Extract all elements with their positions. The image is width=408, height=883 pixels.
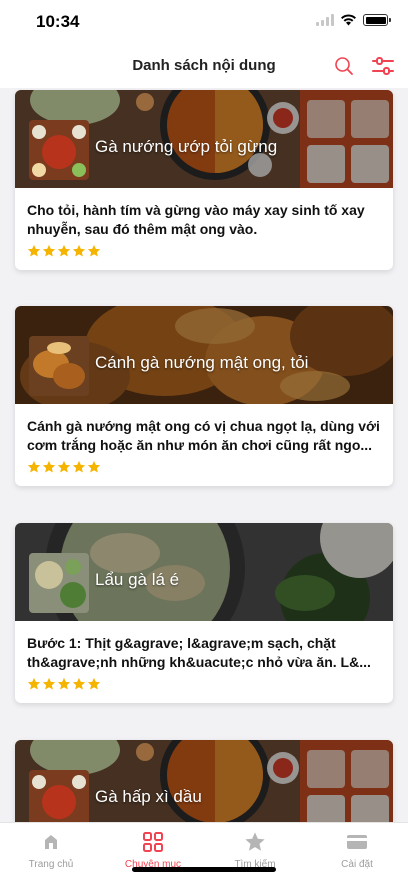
rating-stars xyxy=(27,460,381,474)
tab-label: Cài đặt xyxy=(341,859,373,870)
recipe-title: Cánh gà nướng mật ong, tỏi xyxy=(95,353,309,372)
star-icon xyxy=(27,460,41,473)
recipe-description: Bước 1: Thịt g&agrave; l&agrave;m sạch, … xyxy=(27,635,371,670)
tab-label: Trang chủ xyxy=(28,859,74,870)
recipe-card[interactable]: Cánh gà nướng mật ong, tỏi Cánh gà nướng… xyxy=(15,306,393,486)
status-icons xyxy=(316,14,391,26)
star-icon xyxy=(245,832,265,851)
recipe-banner: Lẩu gà lá é xyxy=(15,523,393,621)
tab-bar: Trang chủ Chuyên mục Tìm kiếm Cài đặt xyxy=(0,822,408,883)
recipe-thumbnail xyxy=(29,336,89,396)
recipe-title: Gà hấp xì dầu xyxy=(95,787,202,806)
star-icon xyxy=(72,460,86,473)
recipe-title: Lẩu gà lá é xyxy=(95,570,180,589)
star-icon xyxy=(42,677,56,690)
search-icon[interactable] xyxy=(334,56,354,76)
cellular-signal-icon xyxy=(316,14,334,26)
star-icon xyxy=(27,677,41,690)
recipe-description: Cánh gà nướng mật ong có vị chua ngọt lạ… xyxy=(27,418,380,453)
recipe-title: Gà nướng ướp tỏi gừng xyxy=(95,137,278,156)
star-icon xyxy=(57,244,71,257)
home-icon xyxy=(45,835,57,849)
grid-icon xyxy=(143,832,163,852)
tab-search[interactable]: Tìm kiếm xyxy=(204,823,306,883)
recipe-card[interactable]: Lẩu gà lá é Bước 1: Thịt g&agrave; l&agr… xyxy=(15,523,393,703)
star-icon xyxy=(42,460,56,473)
content-list[interactable]: Gà nướng ướp tỏi gừng Cho tỏi, hành tím … xyxy=(0,88,408,822)
recipe-banner: Gà nướng ướp tỏi gừng xyxy=(15,90,393,188)
star-icon xyxy=(72,677,86,690)
star-icon xyxy=(87,460,101,473)
recipe-thumbnail xyxy=(29,120,89,180)
home-indicator xyxy=(132,867,276,872)
tab-settings[interactable]: Cài đặt xyxy=(306,823,408,883)
recipe-description: Cho tỏi, hành tím và gừng vào máy xay si… xyxy=(27,202,365,237)
tab-categories[interactable]: Chuyên mục xyxy=(102,823,204,883)
battery-icon xyxy=(363,14,391,26)
star-icon xyxy=(27,244,41,257)
status-time: 10:34 xyxy=(36,12,80,31)
recipe-thumbnail xyxy=(29,770,89,822)
star-icon xyxy=(72,244,86,257)
rating-stars xyxy=(27,244,381,258)
star-icon xyxy=(42,244,56,257)
recipe-card[interactable]: Gà nướng ướp tỏi gừng Cho tỏi, hành tím … xyxy=(15,90,393,270)
status-bar: 10:34 xyxy=(0,0,408,44)
card-icon xyxy=(347,835,367,849)
tab-home[interactable]: Trang chủ xyxy=(0,823,102,883)
recipe-thumbnail xyxy=(29,553,89,613)
wifi-icon xyxy=(341,14,356,26)
navigation-bar: Danh sách nội dung xyxy=(0,44,408,88)
recipe-card[interactable]: Gà hấp xì dầu xyxy=(15,740,393,822)
star-icon xyxy=(87,244,101,257)
star-icon xyxy=(57,677,71,690)
recipe-banner: Cánh gà nướng mật ong, tỏi xyxy=(15,306,393,404)
rating-stars xyxy=(27,677,381,691)
recipe-banner: Gà hấp xì dầu xyxy=(15,740,393,822)
star-icon xyxy=(57,460,71,473)
filter-sliders-icon[interactable] xyxy=(372,56,394,76)
star-icon xyxy=(87,677,101,690)
